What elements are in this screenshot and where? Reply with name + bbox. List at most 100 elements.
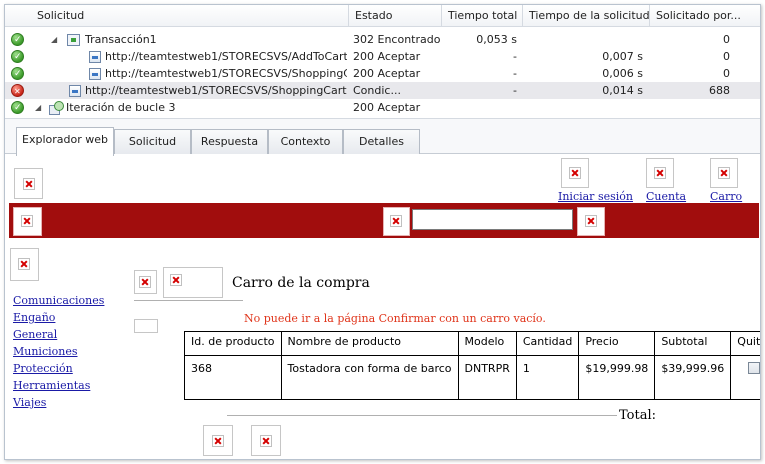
- subtotal-cell: $39,999.96: [654, 355, 732, 400]
- broken-image-icon: [585, 215, 597, 227]
- category-link-proteccion[interactable]: Protección: [13, 362, 73, 375]
- divider: [134, 300, 243, 301]
- solicitado-value: 0: [723, 67, 730, 80]
- carro-link[interactable]: Carro: [710, 190, 742, 203]
- collapse-triangle-icon[interactable]: ◢: [35, 99, 41, 116]
- loop-iteration-icon: [49, 101, 64, 115]
- success-status-icon: [11, 66, 24, 83]
- success-status-icon: [11, 49, 24, 66]
- tiempo-total-value: 0,053 s: [476, 33, 517, 46]
- broken-image-icon: [654, 167, 666, 179]
- category-link-general[interactable]: General: [13, 328, 57, 341]
- search-button[interactable]: [577, 207, 605, 236]
- estado-value: Condic...: [353, 84, 401, 97]
- iniciar-sesion-link[interactable]: Iniciar sesión: [558, 190, 633, 203]
- estado-value: 302 Encontrado: [353, 33, 441, 46]
- web-browser-pane: Iniciar sesión Cuenta Carro Comunicacion…: [5, 154, 760, 459]
- broken-image-placeholder: [10, 248, 39, 281]
- success-status-icon: [11, 32, 24, 49]
- broken-image-placeholder: [134, 270, 157, 294]
- category-link-herramientas[interactable]: Herramientas: [13, 379, 90, 392]
- broken-image-placeholder[interactable]: [561, 158, 589, 188]
- cart-header-cell: Precio: [578, 331, 656, 356]
- search-input[interactable]: [412, 209, 573, 230]
- category-link-municiones[interactable]: Municiones: [13, 345, 78, 358]
- column-header-tiempo-total[interactable]: Tiempo total: [442, 5, 523, 27]
- solicitado-value: 688: [709, 84, 730, 97]
- divider: [227, 415, 617, 416]
- tiempo-solicitud-value: 0,007 s: [602, 50, 643, 63]
- web-request-icon: [69, 85, 81, 97]
- column-header-solicitud[interactable]: Solicitud: [31, 5, 349, 27]
- cuenta-link[interactable]: Cuenta: [646, 190, 686, 203]
- tiempo-solicitud-value: 0,006 s: [602, 67, 643, 80]
- tiempo-total-value: -: [513, 84, 517, 97]
- test-results-window: Solicitud Estado Tiempo total Tiempo de …: [4, 4, 761, 460]
- broken-image-icon: [390, 215, 402, 227]
- tab-detalles[interactable]: Detalles: [343, 129, 420, 155]
- broken-image-icon: [170, 274, 182, 286]
- request-grid: Solicitud Estado Tiempo total Tiempo de …: [5, 5, 760, 118]
- tiempo-total-value: -: [513, 67, 517, 80]
- tab-solicitud[interactable]: Solicitud: [114, 129, 191, 155]
- broken-image-placeholder: [14, 168, 43, 199]
- tab-respuesta[interactable]: Respuesta: [191, 129, 268, 155]
- grid-row-request[interactable]: http://teamtestweb1/STORECSVS/AddToCart.…: [5, 48, 760, 66]
- broken-image-icon: [718, 167, 730, 179]
- transaction-icon: [67, 34, 80, 46]
- request-label: Iteración de bucle 3: [66, 101, 176, 114]
- cart-header-cell: Id. de producto: [184, 331, 282, 356]
- broken-image-icon: [18, 258, 30, 270]
- web-request-icon: [89, 51, 101, 63]
- column-header-tiempo-solicitud[interactable]: Tiempo de la solicitud: [523, 5, 650, 27]
- broken-image-placeholder[interactable]: [710, 158, 738, 188]
- tiempo-total-value: -: [513, 50, 517, 63]
- tiempo-solicitud-value: 0,014 s: [602, 84, 643, 97]
- broken-image-icon: [260, 435, 272, 447]
- broken-image-placeholder: [163, 267, 223, 298]
- column-header-solicitado-por[interactable]: Solicitado por...: [650, 5, 760, 27]
- success-status-icon: [11, 100, 24, 117]
- update-button[interactable]: [203, 425, 233, 456]
- grid-row-request[interactable]: http://teamtestweb1/STORECSVS/ShoppingC.…: [5, 65, 760, 83]
- price-cell: $19,999.98: [578, 355, 656, 400]
- broken-image-icon: [139, 276, 151, 288]
- grid-row-request-selected[interactable]: http://teamtestweb1/STORECSVS/ShoppingCa…: [5, 82, 760, 100]
- error-status-icon: [11, 83, 24, 100]
- broken-image-placeholder: [383, 207, 410, 236]
- category-link-engano[interactable]: Engaño: [13, 311, 55, 324]
- empty-cart-error-message: No puede ir a la página Confirmar con un…: [244, 312, 546, 325]
- tab-explorador-web[interactable]: Explorador web: [16, 127, 114, 156]
- solicitado-value: 0: [723, 33, 730, 46]
- request-label: http://teamtestweb1/STORECSVS/AddToCart.…: [105, 50, 347, 63]
- cart-table: Id. de producto Nombre de producto Model…: [184, 331, 760, 400]
- broken-image-icon: [23, 178, 35, 190]
- estado-value: 200 Aceptar: [353, 67, 421, 80]
- tab-contexto[interactable]: Contexto: [268, 129, 343, 155]
- category-link-viajes[interactable]: Viajes: [13, 396, 46, 409]
- grid-row-transaccion[interactable]: ◢ Transacción1 302 Encontrado 0,053 s 0: [5, 31, 760, 49]
- remove-cell: [730, 355, 760, 400]
- cart-table-header-row: Id. de producto Nombre de producto Model…: [184, 331, 760, 356]
- total-label: Total:: [619, 408, 657, 423]
- category-link-comunicaciones[interactable]: Comunicaciones: [13, 294, 104, 307]
- column-header-estado[interactable]: Estado: [349, 5, 442, 27]
- grid-row-loop-iteration[interactable]: ◢ Iteración de bucle 3 200 Aceptar: [5, 99, 760, 117]
- cart-table-row: 368 Tostadora con forma de barco DNTRPR …: [184, 355, 760, 400]
- web-request-icon: [89, 68, 101, 80]
- cart-header-cell: Modelo: [457, 331, 517, 356]
- cart-header-cell: Cantidad: [515, 331, 580, 356]
- collapse-triangle-icon[interactable]: ◢: [51, 31, 57, 48]
- remove-checkbox[interactable]: [748, 362, 760, 374]
- cart-title: Carro de la compra: [232, 275, 370, 291]
- cart-header-cell: Quitar: [730, 331, 760, 356]
- cart-header-cell: Subtotal: [654, 331, 732, 356]
- broken-image-icon: [569, 167, 581, 179]
- request-label: http://teamtestweb1/STORECSVS/ShoppingCa…: [85, 84, 347, 97]
- estado-value: 200 Aceptar: [353, 101, 421, 114]
- broken-image-placeholder[interactable]: [646, 158, 674, 188]
- broken-image-placeholder: [13, 207, 42, 236]
- solicitado-value: 0: [723, 50, 730, 63]
- product-name-cell: Tostadora con forma de barco: [280, 355, 459, 400]
- checkout-button[interactable]: [251, 425, 281, 456]
